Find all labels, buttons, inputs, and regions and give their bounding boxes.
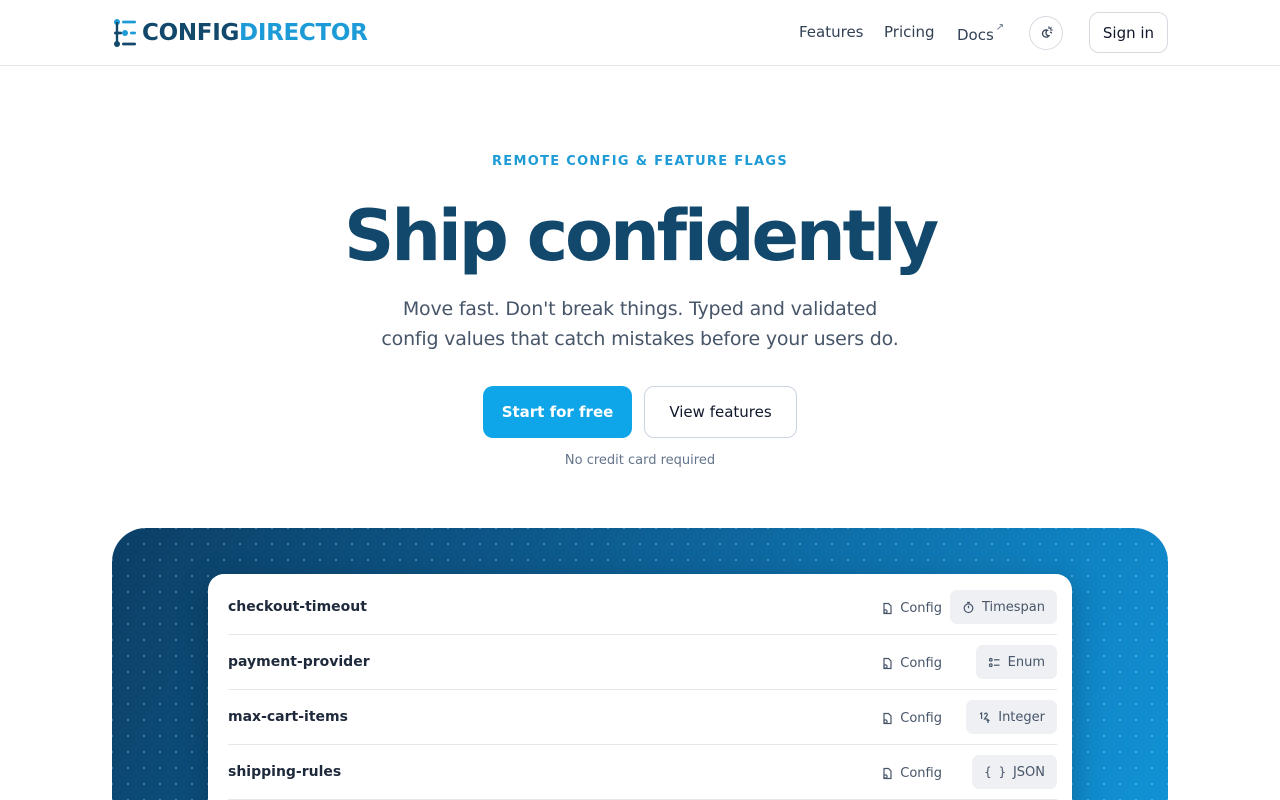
config-name: shipping-rules [228,764,342,780]
logo-word-config: CONFIG [142,19,240,46]
logo-wordmark: CONFIGDIRECTOR [142,19,368,46]
type-badge: { } JSON [972,755,1057,789]
hero-subtitle-line-2: config values that catch mistakes before… [381,328,899,350]
config-kind-label: Config [900,655,942,671]
hero-subtitle: Move fast. Don't break things. Typed and… [340,294,940,354]
nav-docs[interactable]: Docs ↗ [957,22,1005,44]
config-row-max-cart-items[interactable]: max-cart-items Config Integer [228,690,1057,745]
start-for-free-button[interactable]: Start for free [483,386,632,438]
config-row-checkout-timeout[interactable]: checkout-timeout Config Timespan [228,580,1057,635]
nav-docs-label: Docs [957,26,994,44]
config-kind: Config [881,763,942,783]
hero-title: Ship confidently [344,195,939,277]
nav-features[interactable]: Features [799,23,864,41]
config-row-shipping-rules[interactable]: shipping-rules Config { } JSON [228,745,1057,800]
stopwatch-icon [963,601,974,613]
type-label: JSON [1012,764,1045,780]
config-kind-label: Config [900,600,942,616]
config-name: payment-provider [228,654,370,670]
config-file-icon [883,712,892,724]
sun-moon-icon [1041,26,1053,38]
nav-pricing[interactable]: Pricing [884,23,935,41]
type-label: Integer [998,709,1045,725]
type-badge: Timespan [949,590,1057,624]
config-name: checkout-timeout [228,599,367,615]
config-kind-label: Config [900,710,942,726]
logo-word-director: DIRECTOR [239,19,368,46]
config-kind: Config [881,653,942,673]
config-file-icon [883,767,892,779]
hero-subtitle-line-1: Move fast. Don't break things. Typed and… [402,298,878,320]
view-features-button[interactable]: View features [644,386,797,438]
sign-in-button[interactable]: Sign in [1089,12,1168,53]
config-file-icon [883,602,892,614]
config-file-icon [883,657,892,669]
config-name: max-cart-items [228,709,348,725]
digits-icon [979,711,990,723]
config-row-payment-provider[interactable]: payment-provider Config Enum [228,635,1057,690]
hero-eyebrow: REMOTE CONFIG & FEATURE FLAGS [491,154,788,169]
config-list-panel: checkout-timeout Config Timespan payment… [208,574,1072,800]
config-kind-label: Config [900,765,942,781]
config-kind: Config [881,598,942,618]
theme-toggle-button[interactable] [1029,16,1063,50]
logo[interactable]: CONFIGDIRECTOR [112,17,368,49]
config-kind: Config [881,708,942,728]
type-label: Timespan [981,599,1045,615]
type-label: Enum [1007,654,1045,670]
logo-mark-icon [114,19,136,47]
no-credit-card-note: No credit card required [564,453,716,468]
external-link-icon: ↗ [995,22,1005,33]
list-icon [988,657,1000,667]
site-header: CONFIGDIRECTOR Features Pricing Docs ↗ Si… [0,0,1280,66]
type-badge: Integer [966,700,1057,734]
braces-icon: { } [984,765,1006,779]
product-showcase: checkout-timeout Config Timespan payment… [112,528,1168,800]
type-badge: Enum [975,645,1057,679]
